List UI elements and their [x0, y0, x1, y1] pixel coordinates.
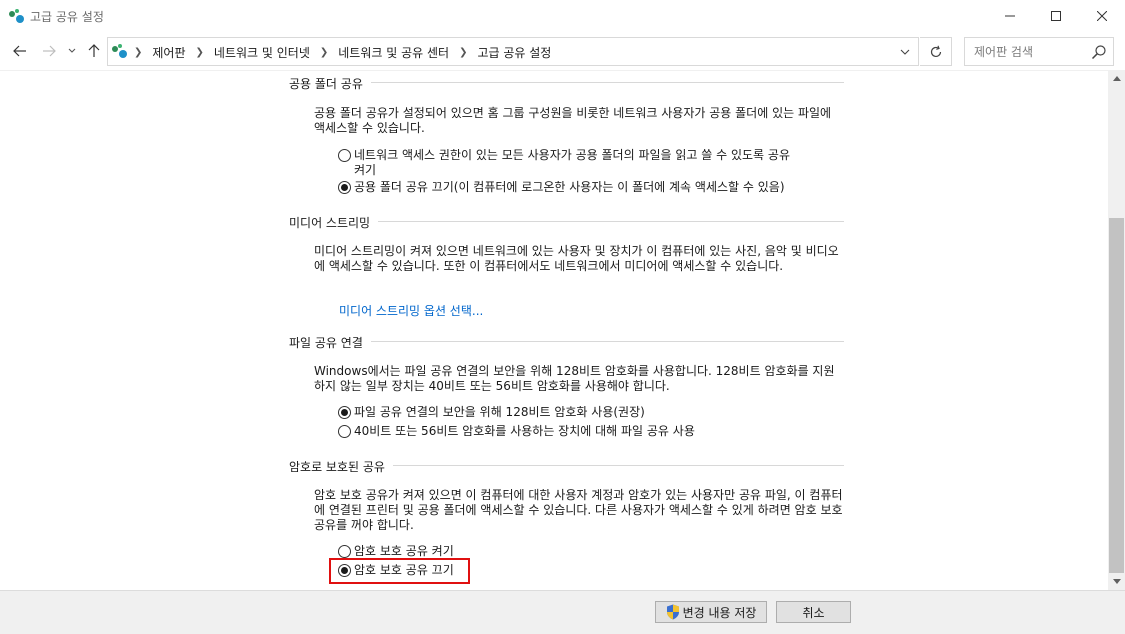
scroll-up-button[interactable]: [1108, 70, 1125, 87]
radio-encryption-40-56[interactable]: 40비트 또는 56비트 암호화를 사용하는 장치에 대해 파일 공유 사용: [338, 424, 695, 439]
breadcrumb-network-internet[interactable]: 네트워크 및 인터넷: [214, 44, 310, 61]
radio-label: 암호 보호 공유 켜기: [354, 544, 454, 558]
chevron-right-icon: ❯: [319, 47, 329, 58]
breadcrumb: ❯ 제어판 ❯ 네트워크 및 인터넷 ❯ 네트워크 및 공유 센터 ❯ 고급 공…: [132, 44, 551, 61]
radio-button-checked[interactable]: [338, 406, 351, 419]
close-button[interactable]: [1079, 0, 1125, 32]
section-heading-media-streaming: 미디어 스트리밍: [289, 214, 379, 231]
scroll-thumb[interactable]: [1109, 218, 1124, 573]
radio-password-protected-on[interactable]: 암호 보호 공유 켜기: [338, 544, 454, 559]
recent-locations-button[interactable]: [63, 40, 81, 62]
section-divider: [370, 221, 844, 222]
breadcrumb-advanced-sharing[interactable]: 고급 공유 설정: [477, 44, 551, 61]
triangle-down-icon: [1112, 579, 1121, 584]
uac-shield-icon: [666, 604, 679, 620]
refresh-button[interactable]: [920, 37, 952, 66]
back-button[interactable]: [9, 40, 31, 62]
radio-label-line: 켜기: [354, 163, 377, 177]
chevron-right-icon: ❯: [459, 47, 468, 58]
highlight-box: [329, 558, 470, 584]
address-bar[interactable]: ❯ 제어판 ❯ 네트워크 및 인터넷 ❯ 네트워크 및 공유 센터 ❯ 고급 공…: [107, 37, 919, 66]
scroll-track[interactable]: [1108, 87, 1125, 573]
chevron-right-icon: ❯: [195, 47, 204, 58]
media-streaming-description: 미디어 스트리밍이 켜져 있으면 네트워크에 있는 사용자 및 장치가 이 컴퓨…: [314, 244, 839, 273]
password-protected-description: 암호 보호 공유가 켜져 있으면 이 컴퓨터에 대한 사용자 계정과 암호가 있…: [314, 488, 843, 532]
maximize-button[interactable]: [1033, 0, 1079, 32]
triangle-up-icon: [1112, 76, 1121, 81]
section-heading-password-protected: 암호로 보호된 공유: [289, 458, 393, 475]
minimize-button[interactable]: [987, 0, 1033, 32]
close-icon: [1097, 11, 1107, 21]
network-center-icon: [112, 44, 127, 58]
title-bar: 고급 공유 설정: [0, 0, 1125, 32]
radio-label: 공용 폴더 공유 끄기(이 컴퓨터에 로그온한 사용자는 이 폴더에 계속 액세…: [354, 180, 785, 194]
chevron-down-icon: [68, 48, 76, 53]
breadcrumb-network-sharing-center[interactable]: 네트워크 및 공유 센터: [338, 44, 449, 61]
settings-content: 공용 폴더 공유 공용 폴더 공유가 설정되어 있으면 홈 그룹 구성원을 비롯…: [0, 70, 1108, 590]
media-streaming-options-link[interactable]: 미디어 스트리밍 옵션 선택...: [339, 302, 483, 319]
radio-encryption-128[interactable]: 파일 공유 연결의 보안을 위해 128비트 암호화 사용(권장): [338, 405, 645, 420]
radio-label: 네트워크 액세스 권한이 있는 모든 사용자가 공용 폴더의 파일을 읽고 쓸 …: [354, 148, 790, 178]
file-sharing-description: Windows에서는 파일 공유 연결의 보안을 위해 128비트 암호화를 사…: [314, 364, 835, 393]
scroll-down-button[interactable]: [1108, 573, 1125, 590]
radio-button-checked[interactable]: [338, 181, 351, 194]
search-box[interactable]: [964, 37, 1114, 66]
section-divider: [370, 341, 844, 342]
section-heading-file-sharing: 파일 공유 연결: [289, 334, 371, 351]
network-center-icon: [9, 9, 24, 23]
refresh-icon: [930, 45, 941, 57]
forward-button[interactable]: [38, 40, 60, 62]
breadcrumb-control-panel[interactable]: 제어판: [152, 44, 185, 61]
radio-button[interactable]: [338, 545, 351, 558]
radio-label: 40비트 또는 56비트 암호화를 사용하는 장치에 대해 파일 공유 사용: [354, 424, 695, 438]
radio-public-folder-on[interactable]: 네트워크 액세스 권한이 있는 모든 사용자가 공용 폴더의 파일을 읽고 쓸 …: [338, 148, 790, 178]
section-divider: [370, 465, 844, 466]
radio-public-folder-off[interactable]: 공용 폴더 공유 끄기(이 컴퓨터에 로그온한 사용자는 이 폴더에 계속 액세…: [338, 180, 785, 195]
public-folder-description: 공용 폴더 공유가 설정되어 있으면 홈 그룹 구성원을 비롯한 네트워크 사용…: [314, 106, 832, 135]
arrow-up-icon: [88, 44, 100, 57]
arrow-left-icon: [13, 45, 26, 57]
section-heading-public-folder: 공용 폴더 공유: [289, 75, 371, 92]
cancel-button[interactable]: 취소: [776, 601, 851, 623]
radio-button[interactable]: [338, 149, 351, 162]
section-divider: [370, 82, 844, 83]
maximize-icon: [1051, 11, 1061, 21]
arrow-right-icon: [43, 45, 56, 57]
save-changes-button[interactable]: 변경 내용 저장: [655, 601, 767, 623]
chevron-right-icon: ❯: [134, 47, 143, 58]
address-dropdown-button[interactable]: [896, 44, 914, 60]
vertical-scrollbar[interactable]: [1108, 70, 1125, 590]
window-title: 고급 공유 설정: [30, 10, 104, 24]
radio-label-line: 네트워크 액세스 권한이 있는 모든 사용자가 공용 폴더의 파일을 읽고 쓸 …: [354, 148, 790, 162]
up-button[interactable]: [83, 40, 105, 62]
navigation-bar: ❯ 제어판 ❯ 네트워크 및 인터넷 ❯ 네트워크 및 공유 센터 ❯ 고급 공…: [0, 32, 1125, 70]
chevron-down-icon: [900, 49, 910, 55]
search-input[interactable]: [965, 38, 1089, 65]
footer-bar: 변경 내용 저장 취소: [0, 590, 1125, 634]
save-changes-label: 변경 내용 저장: [682, 605, 757, 620]
search-icon[interactable]: [1091, 44, 1107, 60]
radio-button[interactable]: [338, 425, 351, 438]
radio-label: 파일 공유 연결의 보안을 위해 128비트 암호화 사용(권장): [354, 405, 645, 419]
minimize-icon: [1005, 15, 1015, 17]
